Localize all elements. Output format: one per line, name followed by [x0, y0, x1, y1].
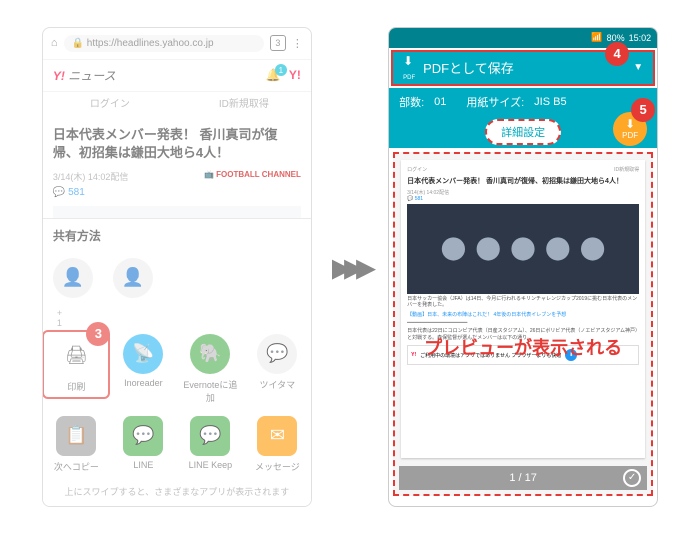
message-icon: ✉ [257, 416, 297, 456]
preview-caption: プレビューが表示される [395, 334, 651, 360]
prev-strike: ━━━━━━━━━━━━━━━━━━━━ [407, 320, 639, 327]
preview-page[interactable]: ログイン ID新規取得 日本代表メンバー発表！ 香川真司が復帰、初招集は鎌田大地ら… [401, 160, 645, 458]
rss-icon: 📡 [123, 334, 163, 374]
share-apps-row2: 📋 次へコピー 💬 LINE 💬 LINE Keep ✉ メッセージ [43, 410, 311, 479]
clock-text: 15:02 [629, 33, 652, 43]
share-recent: 👤 👤 [43, 252, 311, 308]
share-label: LINE [113, 460, 173, 470]
auth-tabs: ログイン ID新規取得 [43, 92, 311, 118]
callout-badge-3: 3 [86, 322, 110, 346]
recent-contact[interactable]: 👤 [43, 258, 103, 302]
detail-row: 詳細設定 ⬇ PDF 5 [389, 116, 657, 148]
share-tsuitama[interactable]: 💬 ツイタマ [247, 334, 307, 404]
chevron-down-icon: ▼ [633, 62, 643, 73]
share-evernote[interactable]: 🐘 Evernoteに追加 [180, 334, 240, 404]
battery-text: 80% [607, 33, 625, 43]
copy-icon: 📋 [56, 416, 96, 456]
yahoo-logo[interactable]: Y! ニュース [53, 67, 116, 84]
page-counter: 1 / 17 ✓ [399, 466, 647, 490]
share-sheet: 共有方法 👤 👤 +1 🖨 印刷 3 📡 Inoreader 🐘 Evernoteに… [43, 218, 311, 506]
tab-register[interactable]: ID新規取得 [177, 92, 311, 118]
share-label: LINE Keep [180, 460, 240, 470]
tab-login[interactable]: ログイン [43, 92, 177, 118]
download-icon: ⬇ [625, 117, 635, 131]
copies-label: 部数: [399, 94, 424, 110]
share-linekeep[interactable]: 💬 LINE Keep [180, 416, 240, 473]
save-as-pdf-dropdown[interactable]: ⬇PDF PDFとして保存 ▼ 4 [391, 50, 655, 86]
callout-badge-5: 5 [631, 98, 655, 122]
bell-icon[interactable]: 🔔 [266, 68, 281, 82]
share-label: 次へコピー [46, 460, 106, 473]
page-text: 1 / 17 [509, 472, 537, 484]
prev-title: 日本代表メンバー発表！ 香川真司が復帰、初招集は鎌田大地ら4人！ [407, 176, 639, 186]
line-icon: 💬 [123, 416, 163, 456]
home-icon[interactable]: ⌂ [51, 37, 58, 49]
share-title: 共有方法 [43, 219, 311, 252]
print-preview-area: ログイン ID新規取得 日本代表メンバー発表！ 香川真司が復帰、初招集は鎌田大地ら… [393, 152, 653, 496]
paper-label: 用紙サイズ: [466, 94, 524, 110]
pdf-fab-button[interactable]: ⬇ PDF 5 [613, 112, 647, 146]
url-bar[interactable]: 🔒 https://headlines.yahoo.co.jp [64, 35, 264, 52]
line-icon: 💬 [190, 416, 230, 456]
share-count: +1 [43, 308, 311, 328]
share-print[interactable]: 🖨 印刷 3 [46, 334, 106, 404]
share-label: ツイタマ [247, 378, 307, 391]
phone-left-share-sheet: ⌂ 🔒 https://headlines.yahoo.co.jp 3 ⋮ Y!… [42, 27, 312, 507]
lock-icon: 🔒 [72, 38, 84, 49]
article-date: 3/14(木) 14:02配信 [53, 170, 129, 183]
yahoo-icon[interactable]: Y! [289, 68, 301, 82]
share-hint: 上にスワイプすると、さまざまなアプリが表示されます [43, 479, 311, 506]
prev-date: 3/14(木) 14:02配信 [407, 190, 449, 196]
comments-count[interactable]: 💬 581 [43, 183, 311, 202]
prev-comments: 581 [415, 196, 423, 202]
site-header: Y! ニュース 🔔 Y! [43, 60, 311, 92]
signal-icon: 📶 [591, 32, 602, 43]
share-inoreader[interactable]: 📡 Inoreader [113, 334, 173, 404]
share-copy[interactable]: 📋 次へコピー [46, 416, 106, 473]
url-text: https://headlines.yahoo.co.jp [87, 38, 214, 49]
prev-image [407, 204, 639, 294]
source-logo: 📺 FOOTBALL CHANNEL [204, 170, 301, 183]
print-options: 部数: 01 用紙サイズ: JIS B5 [389, 88, 657, 116]
browser-toolbar: ⌂ 🔒 https://headlines.yahoo.co.jp 3 ⋮ [43, 28, 311, 60]
prev-body: 日本サッカー協会（JFA）は14日、今月に行われるキリンチャレンジカップ2019… [407, 296, 639, 309]
share-label: メッセージ [247, 460, 307, 473]
fab-label: PDF [622, 131, 638, 140]
flow-arrow-icon: ▸▸▸ [332, 244, 368, 290]
tab-count[interactable]: 3 [270, 35, 286, 51]
share-line[interactable]: 💬 LINE [113, 416, 173, 473]
check-icon[interactable]: ✓ [623, 469, 641, 487]
evernote-icon: 🐘 [190, 334, 230, 374]
share-message[interactable]: ✉ メッセージ [247, 416, 307, 473]
phone-right-pdf-preview: 📶 80% 15:02 ⬇PDF PDFとして保存 ▼ 4 部数: 01 用紙サ… [388, 27, 658, 507]
recent-contact[interactable]: 👤 [103, 258, 163, 302]
download-icon: ⬇PDF [403, 54, 415, 82]
prev-register: ID新規取得 [614, 166, 639, 173]
prev-login: ログイン [407, 166, 427, 173]
share-apps-row1: 🖨 印刷 3 📡 Inoreader 🐘 Evernoteに追加 💬 ツイタマ [43, 328, 311, 410]
share-label: Inoreader [113, 378, 173, 388]
pdf-label: PDFとして保存 [423, 58, 633, 77]
app-icon: 💬 [257, 334, 297, 374]
share-label: Evernoteに追加 [180, 378, 240, 404]
prev-link: 【動画】日本、未来の布陣はこれだ！ 4年後の日本代表イレブンを予想 [407, 311, 639, 318]
callout-badge-4: 4 [605, 42, 629, 66]
article-meta: 3/14(木) 14:02配信 📺 FOOTBALL CHANNEL [43, 170, 311, 183]
detail-settings-button[interactable]: 詳細設定 [485, 119, 561, 145]
menu-icon[interactable]: ⋮ [292, 37, 303, 50]
article-title: 日本代表メンバー発表！ 香川真司が復帰、初招集は鎌田大地ら4人！ [43, 118, 311, 170]
paper-value[interactable]: JIS B5 [534, 96, 566, 108]
share-label: 印刷 [48, 380, 104, 393]
copies-value[interactable]: 01 [434, 96, 446, 108]
